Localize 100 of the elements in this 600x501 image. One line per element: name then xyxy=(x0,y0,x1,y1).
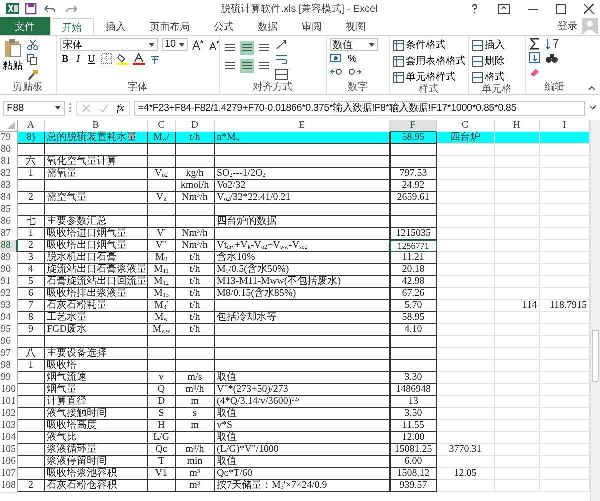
row-header[interactable]: 104 xyxy=(0,432,18,445)
table-cell: 七 xyxy=(18,216,45,228)
merge-cells-icon[interactable] xyxy=(275,69,289,81)
name-box[interactable]: F88 xyxy=(3,100,65,116)
decrease-decimal-icon[interactable] xyxy=(348,67,362,77)
row-header[interactable]: 98 xyxy=(0,360,18,373)
row-header[interactable]: 100 xyxy=(0,384,18,397)
sum-icon[interactable] xyxy=(529,38,541,50)
row-header[interactable]: 102 xyxy=(0,408,18,421)
ribbon-tab[interactable]: 开始 xyxy=(50,18,94,36)
copy-icon[interactable] xyxy=(27,54,39,66)
expand-icon[interactable] xyxy=(589,105,597,111)
table-cell: Nm$^{3}$/h xyxy=(176,240,215,252)
table-cell: 吸收塔出口烟气量 xyxy=(45,240,148,252)
row-header[interactable]: 87 xyxy=(0,228,18,241)
row-header[interactable]: 86 xyxy=(0,216,18,229)
check-icon[interactable] xyxy=(99,104,109,112)
row-header[interactable]: 92 xyxy=(0,288,18,301)
row-header[interactable]: 108 xyxy=(0,480,18,493)
insert-function-button[interactable]: fx xyxy=(117,102,124,114)
ribbon-display-icon[interactable] xyxy=(498,4,510,14)
row-header[interactable]: 81 xyxy=(0,156,18,169)
grow-font-icon[interactable] xyxy=(192,38,204,50)
paste-button[interactable]: 粘贴 xyxy=(3,38,23,73)
font-style-button[interactable]: B xyxy=(60,54,71,64)
styles-menu-button[interactable]: 单元格样式 xyxy=(393,70,456,84)
brush-icon[interactable] xyxy=(27,69,39,81)
help-icon[interactable] xyxy=(470,4,480,14)
sign-in-link[interactable]: 登录 xyxy=(558,19,578,33)
table-cell: FGD废水 xyxy=(45,324,148,336)
row-header[interactable]: 106 xyxy=(0,456,18,469)
cells-menu-button[interactable]: 删除 xyxy=(472,54,505,68)
fill-color-icon[interactable] xyxy=(117,53,130,65)
shrink-font-icon[interactable] xyxy=(208,38,220,50)
table-cell: m xyxy=(176,420,215,432)
percent-button[interactable]: % xyxy=(348,54,357,64)
row-header[interactable]: 80 xyxy=(0,144,18,157)
table-cell: v xyxy=(148,372,176,384)
row-header[interactable]: 94 xyxy=(0,312,18,325)
styles-menu-button[interactable]: 条件格式 xyxy=(393,38,446,52)
row-header[interactable]: 103 xyxy=(0,420,18,433)
ribbon-tab[interactable]: 插入 xyxy=(94,17,138,35)
maximize-icon[interactable] xyxy=(556,4,566,14)
row-header[interactable]: 79 xyxy=(0,132,18,145)
row-header[interactable]: 83 xyxy=(0,180,18,193)
font-color-icon[interactable] xyxy=(133,53,146,65)
row-header[interactable]: 85 xyxy=(0,204,18,217)
ribbon-tab[interactable]: 文件 xyxy=(0,17,50,35)
row-header[interactable]: 82 xyxy=(0,168,18,181)
wrap-text-icon[interactable] xyxy=(275,54,289,66)
eraser-icon[interactable] xyxy=(529,66,541,78)
row-header[interactable]: 91 xyxy=(0,276,18,289)
row-header[interactable]: 101 xyxy=(0,396,18,409)
cells-menu-button[interactable]: 插入 xyxy=(472,38,505,52)
increase-decimal-icon[interactable] xyxy=(330,67,344,77)
row-header[interactable]: 84 xyxy=(0,192,18,205)
sort-filter-icon[interactable] xyxy=(545,38,559,50)
table-cell: 吸收塔浆池容积 xyxy=(45,468,148,480)
table-cell: M$_{9}$ xyxy=(148,252,176,264)
column-header[interactable]: F xyxy=(390,120,437,133)
collapse-ribbon-icon[interactable] xyxy=(588,85,596,91)
ribbon-tab[interactable]: 数据 xyxy=(246,17,290,35)
row-header[interactable]: 105 xyxy=(0,444,18,457)
row-header[interactable]: 88 xyxy=(0,240,18,253)
fill-down-icon[interactable] xyxy=(529,52,541,64)
row-header[interactable]: 89 xyxy=(0,252,18,265)
scissors-icon[interactable] xyxy=(27,39,39,51)
table-cell: t/h xyxy=(176,324,215,336)
formula-field[interactable]: =4*F23+F84-F82/1.4279+F70-0.01866*0.375*输入数据!F8*输入数据!F17*1000*0.85*0.85 xyxy=(134,100,585,116)
font-size-dropdown[interactable]: 10 xyxy=(162,38,188,51)
row-header[interactable]: 93 xyxy=(0,300,18,313)
row-header[interactable]: 90 xyxy=(0,264,18,277)
ribbon-tab[interactable]: 视图 xyxy=(334,17,378,35)
font-style-button[interactable]: U xyxy=(86,54,98,64)
caret-icon xyxy=(149,42,155,46)
row-header[interactable]: 96 xyxy=(0,336,18,349)
row-header[interactable]: 95 xyxy=(0,324,18,337)
vertical-scrollbar[interactable] xyxy=(590,120,600,501)
borders-icon[interactable] xyxy=(101,53,114,65)
ribbon-tab[interactable]: 公式 xyxy=(202,17,246,35)
table-cell: m$^{3}$/h xyxy=(176,444,215,456)
row-header[interactable]: 99 xyxy=(0,372,18,385)
text-orientation-icon[interactable] xyxy=(275,39,289,51)
row-header[interactable]: 97 xyxy=(0,348,18,361)
font-name-dropdown[interactable]: 宋体 xyxy=(60,38,158,51)
ribbon-tab[interactable]: 审阅 xyxy=(290,17,334,35)
font-style-button[interactable]: I xyxy=(74,54,82,64)
table-cell: t/h xyxy=(176,288,215,300)
scrollbar-thumb[interactable] xyxy=(592,330,599,382)
number-format-dropdown[interactable]: 数值 xyxy=(330,38,378,51)
save-icon[interactable] xyxy=(25,2,37,14)
align-button[interactable] xyxy=(240,41,254,55)
cells-menu-button[interactable]: 格式 xyxy=(472,70,505,84)
table-cell: 吸收塔进口烟气量 xyxy=(45,228,148,240)
ribbon-tab[interactable]: 页面布局 xyxy=(138,17,202,35)
row-header[interactable]: 107 xyxy=(0,468,18,481)
align-button[interactable] xyxy=(240,59,254,73)
close-icon[interactable] xyxy=(584,4,594,14)
binoculars-icon[interactable] xyxy=(545,52,559,64)
styles-menu-button[interactable]: 套用表格格式 xyxy=(393,54,466,68)
